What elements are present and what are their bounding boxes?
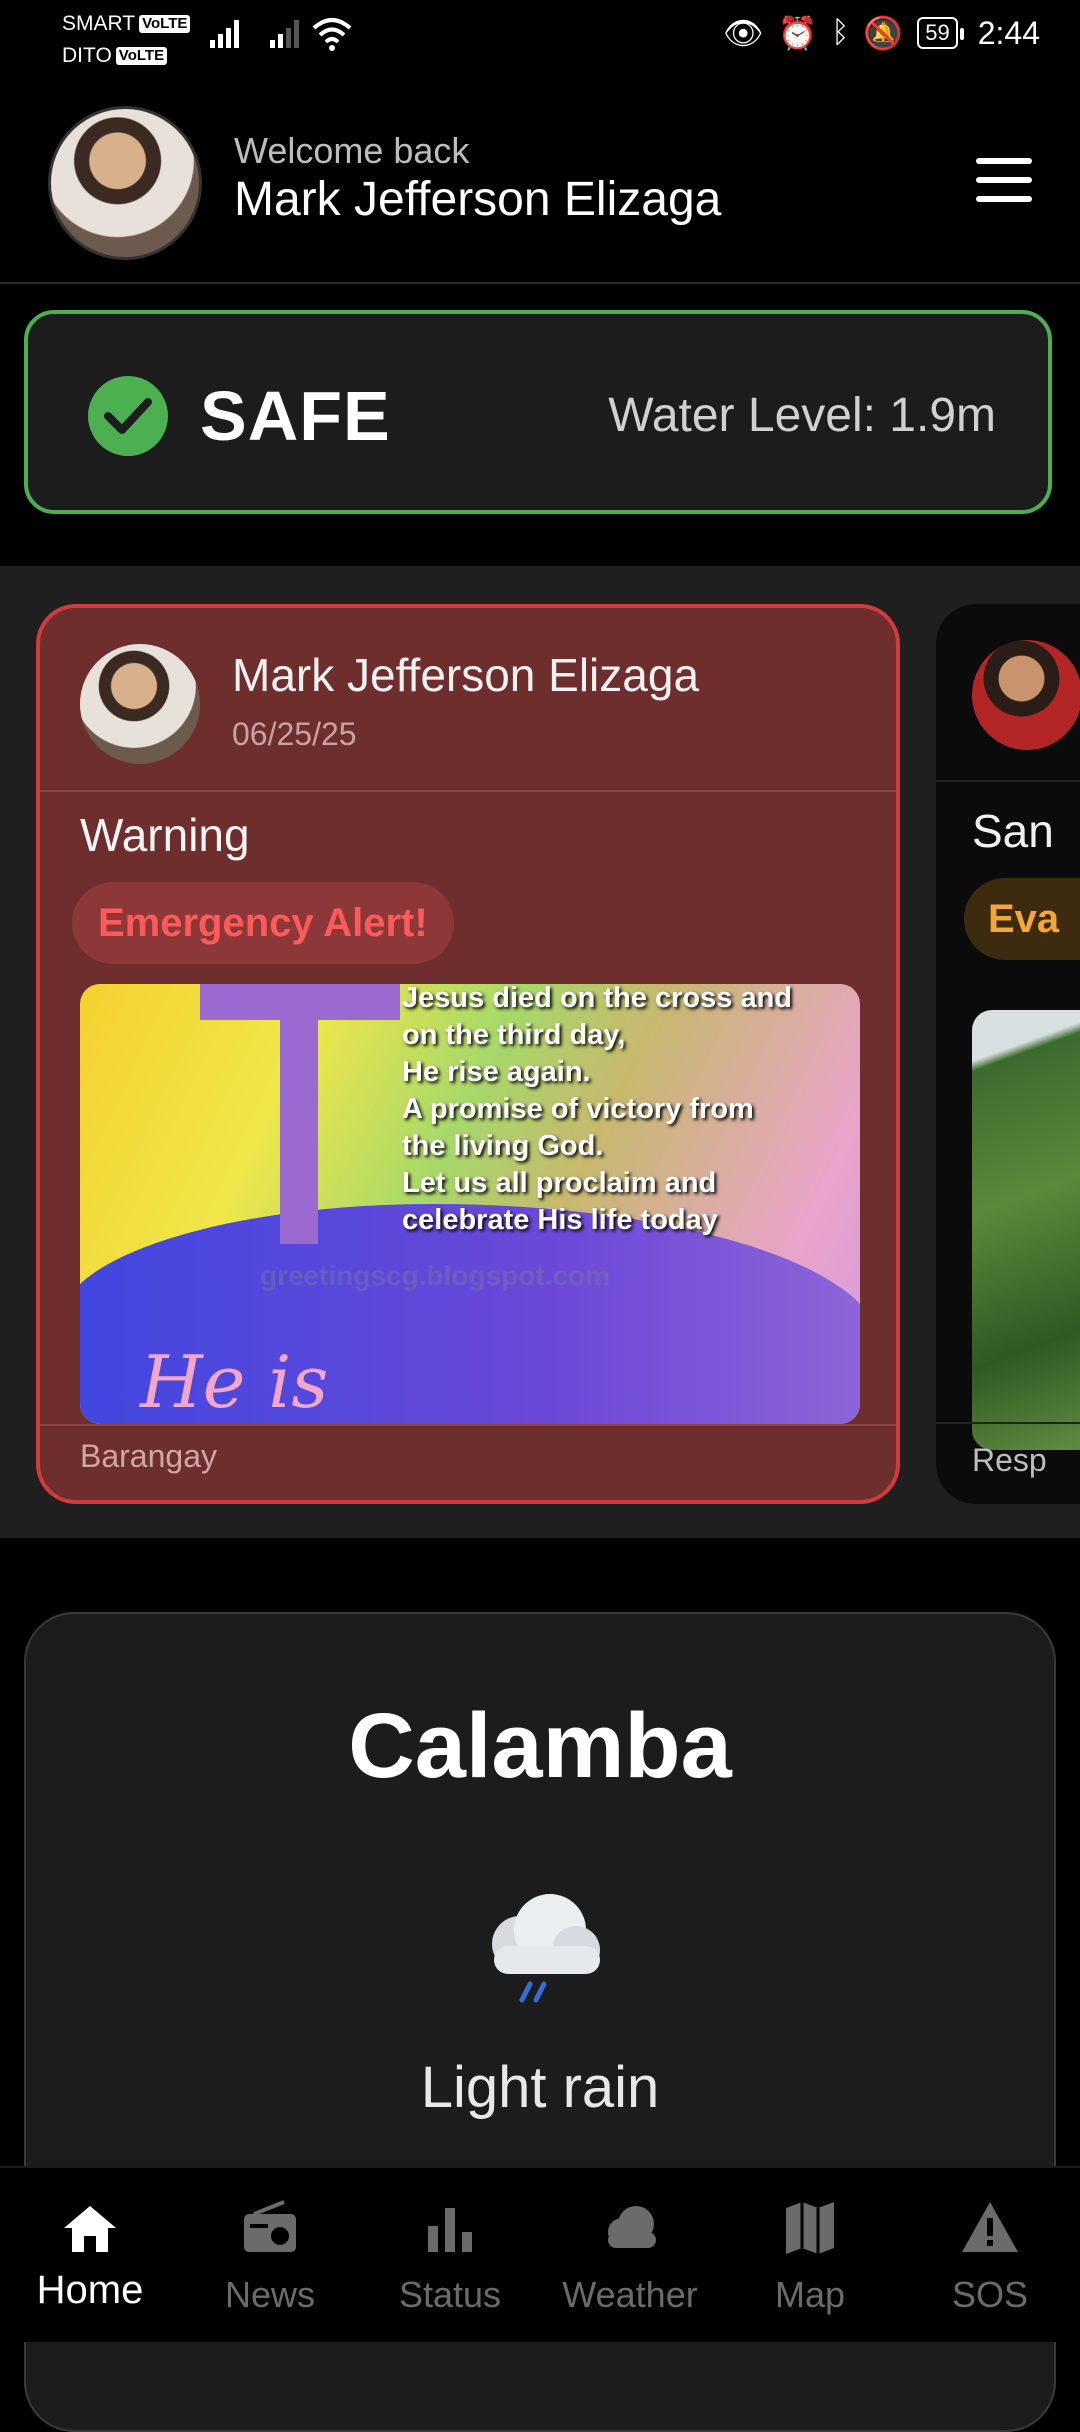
signal-icon	[210, 18, 239, 48]
post-image[interactable]: Jesus died on the cross and on the third…	[80, 984, 860, 1424]
cross-shape	[280, 984, 318, 1244]
wifi-icon	[312, 18, 352, 51]
avatar[interactable]	[48, 106, 202, 260]
status-bar: SMART VoLTE DITO VoLTE 👁 ⏰ ᛒ 🔕 59 2:44	[0, 0, 1080, 72]
bar-chart-icon	[428, 2208, 472, 2252]
check-icon	[88, 376, 168, 456]
map-icon	[786, 2202, 834, 2254]
safety-status: SAFE	[200, 377, 391, 455]
post-author: Mark Jefferson Elizaga	[232, 649, 700, 701]
safety-status-card[interactable]: SAFE Water Level: 1.9m	[24, 310, 1052, 514]
nav-map[interactable]: Map	[720, 2168, 900, 2342]
nav-status[interactable]: Status	[360, 2168, 540, 2342]
menu-icon-bar	[976, 158, 1032, 164]
emergency-badge: Emergency Alert!	[72, 882, 454, 964]
menu-icon-bar	[976, 177, 1032, 183]
avatar	[80, 644, 200, 764]
divider	[40, 1424, 896, 1426]
warning-icon	[962, 2202, 1018, 2252]
carrier-info: SMART VoLTE DITO VoLTE	[62, 8, 191, 72]
bluetooth-icon: ᛒ	[831, 16, 850, 49]
weather-description: Light rain	[420, 2055, 660, 2120]
home-icon	[64, 2206, 116, 2252]
carrier-2: DITO	[62, 44, 112, 67]
carrier-1: SMART	[62, 12, 136, 35]
cloud-icon	[608, 2206, 656, 2248]
post-image[interactable]	[972, 1010, 1080, 1450]
user-name: Mark Jefferson Elizaga	[234, 173, 722, 226]
mute-icon: 🔕	[863, 15, 904, 51]
post-footer: Resp	[972, 1442, 1047, 1478]
post-card[interactable]: Mark Jefferson Elizaga 06/25/25 Warning …	[36, 604, 900, 1504]
nav-label: News	[224, 2274, 316, 2315]
image-watermark: greetingscg.blogspot.com	[260, 1260, 611, 1291]
nav-label: Weather	[562, 2274, 698, 2315]
nav-home[interactable]: Home	[0, 2168, 180, 2342]
nav-sos[interactable]: SOS	[900, 2168, 1080, 2342]
status-icons: 👁 ⏰ ᛒ 🔕 59 2:44	[723, 14, 1040, 52]
image-script-text: He is	[140, 1340, 329, 1424]
post-type: Warning	[80, 809, 250, 861]
battery-icon: 59	[917, 17, 965, 49]
nav-news[interactable]: News	[180, 2168, 360, 2342]
water-level: Water Level: 1.9m	[608, 389, 996, 442]
nav-label: SOS	[951, 2274, 1029, 2315]
post-author: San	[972, 805, 1054, 857]
eye-icon: 👁	[722, 15, 764, 51]
post-date: 06/25/25	[232, 716, 357, 752]
nav-weather[interactable]: Weather	[540, 2168, 720, 2342]
image-caption: Jesus died on the cross and on the third…	[402, 984, 792, 1236]
radio-icon	[244, 2200, 296, 2252]
welcome-text: Welcome back	[234, 130, 470, 171]
alerts-feed[interactable]: Mark Jefferson Elizaga 06/25/25 Warning …	[0, 566, 1080, 1538]
avatar	[972, 640, 1080, 750]
nav-label: Map	[774, 2274, 846, 2315]
alarm-icon: ⏰	[777, 15, 818, 51]
rain-cloud-icon	[492, 1894, 600, 2003]
app-header: Welcome back Mark Jefferson Elizaga	[0, 72, 1080, 284]
divider	[936, 780, 1080, 782]
divider	[40, 790, 896, 792]
menu-button[interactable]	[976, 158, 1032, 202]
signal-icon-2	[270, 18, 299, 48]
menu-icon-bar	[976, 196, 1032, 202]
nav-label: Home	[36, 2268, 144, 2312]
volte-badge: VoLTE	[139, 15, 191, 34]
weather-city: Calamba	[348, 1695, 732, 1797]
bottom-nav: Home News Status Weather Map SOS	[0, 2166, 1080, 2342]
volte-badge-2: VoLTE	[115, 47, 168, 66]
post-card[interactable]: San Eva Resp	[936, 604, 1080, 1504]
divider	[936, 1422, 1080, 1424]
nav-label: Status	[398, 2274, 502, 2315]
evacuation-badge: Eva	[964, 878, 1080, 960]
clock: 2:44	[977, 14, 1040, 51]
post-footer: Barangay	[80, 1438, 217, 1474]
